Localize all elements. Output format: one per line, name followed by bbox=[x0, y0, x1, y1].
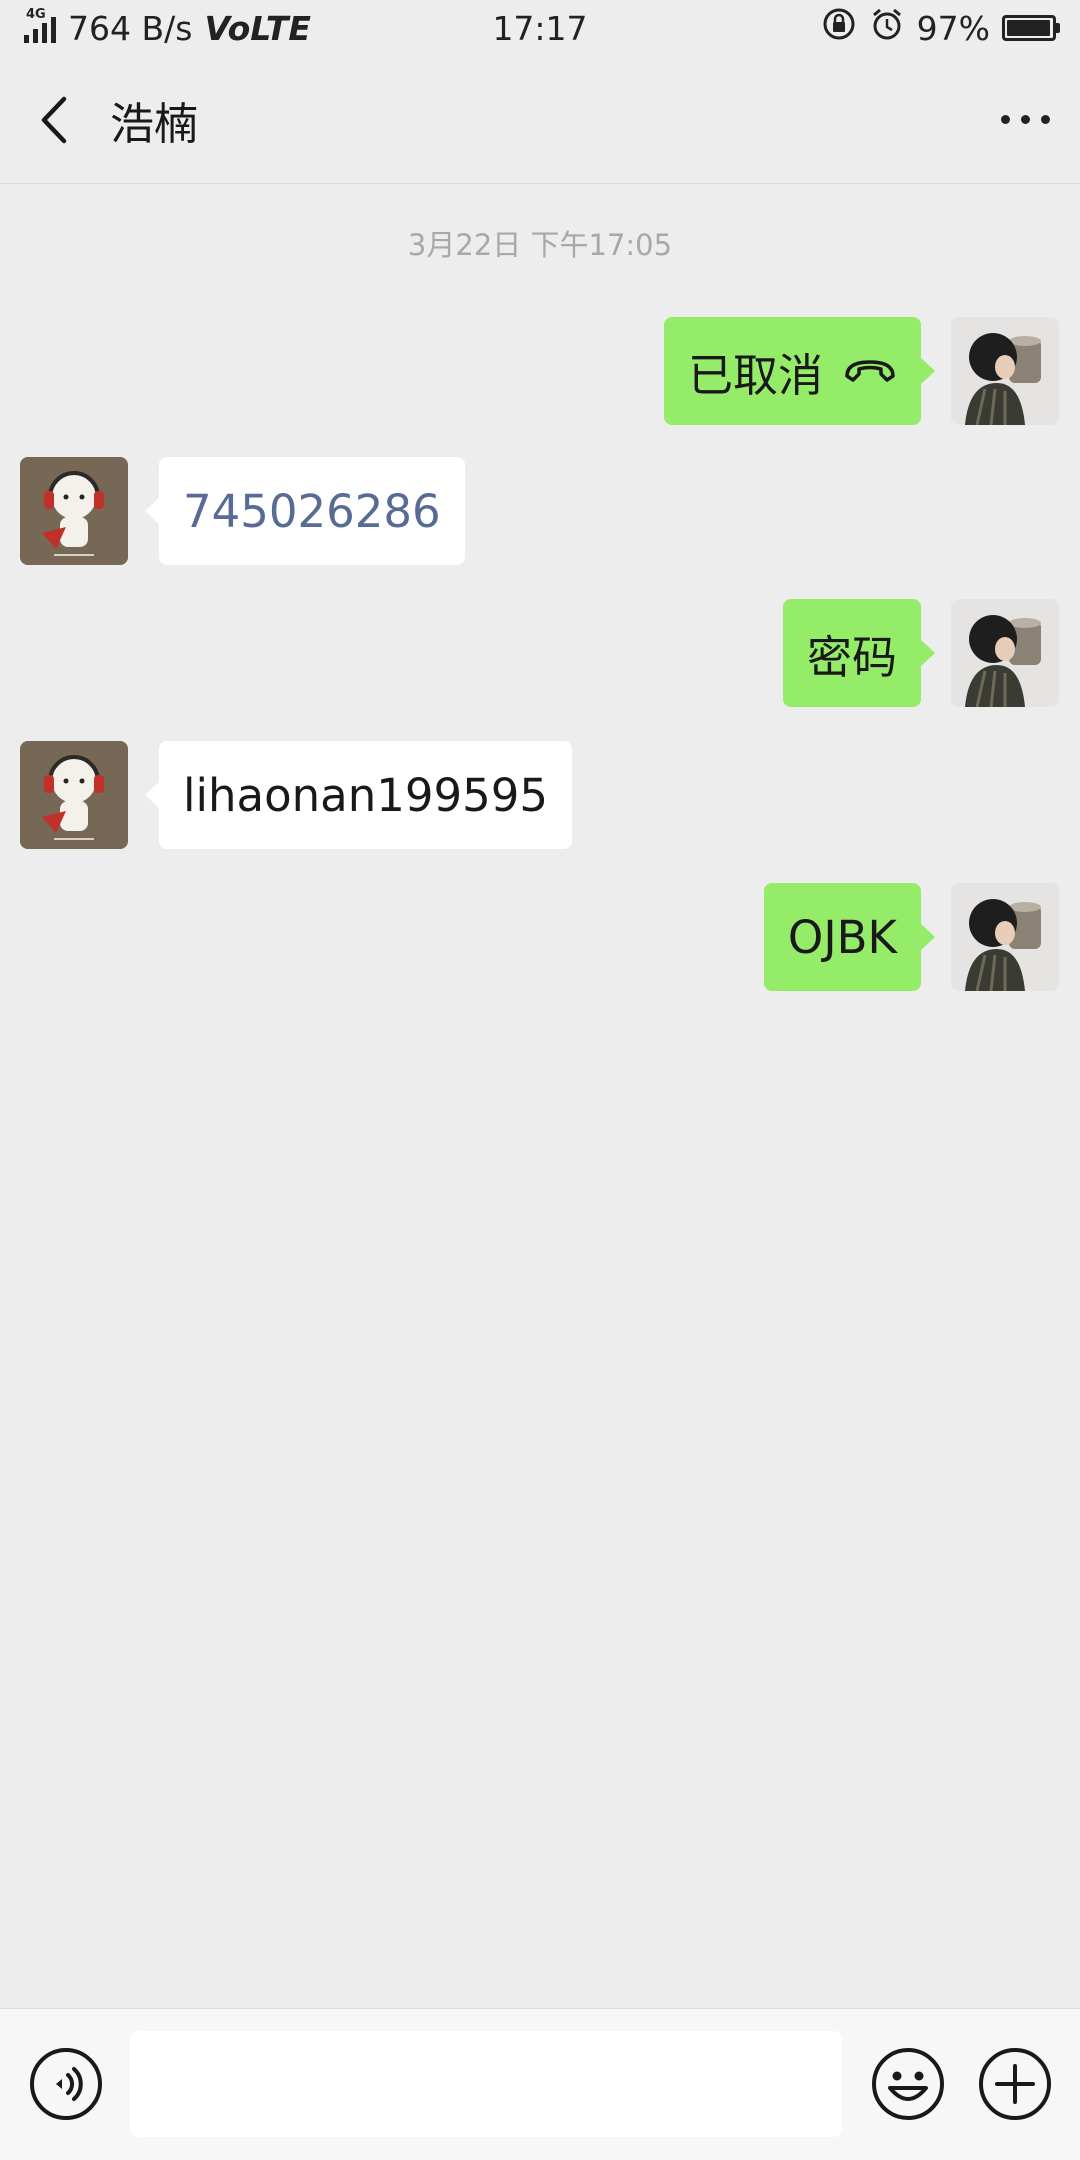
more-options-button[interactable] bbox=[970, 70, 1080, 170]
message-link-text[interactable]: 745026286 bbox=[183, 485, 441, 538]
message-row: OJBK bbox=[0, 883, 1080, 993]
message-row: 745026286 bbox=[0, 457, 1080, 567]
status-bar: 4G 764 B/s VoLTE 17:17 97% bbox=[0, 0, 1080, 56]
nav-bar: 浩楠 bbox=[0, 56, 1080, 184]
status-right: 97% bbox=[821, 6, 1060, 50]
message-text: 密码 bbox=[806, 630, 897, 684]
battery-icon bbox=[1002, 15, 1060, 41]
avatar-contact[interactable] bbox=[20, 741, 128, 849]
avatar-me[interactable] bbox=[951, 599, 1059, 707]
chat-title: 浩楠 bbox=[110, 98, 198, 150]
voice-icon bbox=[30, 2048, 102, 2120]
more-dot-icon bbox=[1020, 115, 1030, 124]
network-type-label: 4G bbox=[26, 7, 46, 22]
alarm-icon bbox=[869, 6, 905, 50]
emoji-button[interactable] bbox=[870, 2046, 946, 2122]
message-bubble-outgoing[interactable]: OJBK bbox=[763, 883, 936, 991]
voice-input-button[interactable] bbox=[28, 2046, 104, 2122]
avatar-me[interactable] bbox=[951, 317, 1059, 425]
emoji-icon bbox=[872, 2048, 944, 2120]
phone-hangup-icon bbox=[843, 356, 897, 386]
message-text: 已取消 bbox=[687, 348, 823, 402]
message-bubble-outgoing[interactable]: 已取消 bbox=[663, 317, 936, 425]
volte-label: VoLTE bbox=[204, 8, 311, 48]
battery-percent: 97% bbox=[916, 8, 990, 48]
network-speed: 764 B/s bbox=[68, 8, 193, 48]
more-dot-icon bbox=[1040, 115, 1050, 124]
message-bubble-incoming[interactable]: 745026286 bbox=[145, 457, 465, 565]
message-row: 密码 bbox=[0, 599, 1080, 709]
message-row: 已取消 bbox=[0, 317, 1080, 427]
chat-timestamp: 3月22日 下午17:05 bbox=[407, 228, 673, 262]
chat-screen: 4G 764 B/s VoLTE 17:17 97% 浩楠 3月22日 下午17… bbox=[0, 0, 1080, 2160]
message-text: OJBK bbox=[787, 910, 897, 964]
rotation-lock-icon bbox=[821, 6, 857, 50]
message-row: lihaonan199595 bbox=[0, 741, 1080, 851]
more-functions-button[interactable] bbox=[977, 2046, 1053, 2122]
message-text: lihaonan199595 bbox=[183, 768, 549, 822]
status-left: 4G 764 B/s VoLTE bbox=[24, 7, 311, 48]
avatar-me[interactable] bbox=[951, 883, 1059, 991]
avatar-contact[interactable] bbox=[20, 457, 128, 565]
chevron-left-icon bbox=[41, 96, 67, 143]
signal-icon: 4G bbox=[24, 7, 56, 43]
more-dot-icon bbox=[1000, 115, 1010, 124]
message-bubble-incoming[interactable]: lihaonan199595 bbox=[144, 741, 573, 849]
plus-icon bbox=[979, 2048, 1051, 2120]
back-button[interactable] bbox=[4, 70, 104, 170]
message-bubble-outgoing[interactable]: 密码 bbox=[782, 599, 936, 707]
message-input[interactable] bbox=[130, 2031, 842, 2137]
input-bar bbox=[0, 2008, 1080, 2160]
